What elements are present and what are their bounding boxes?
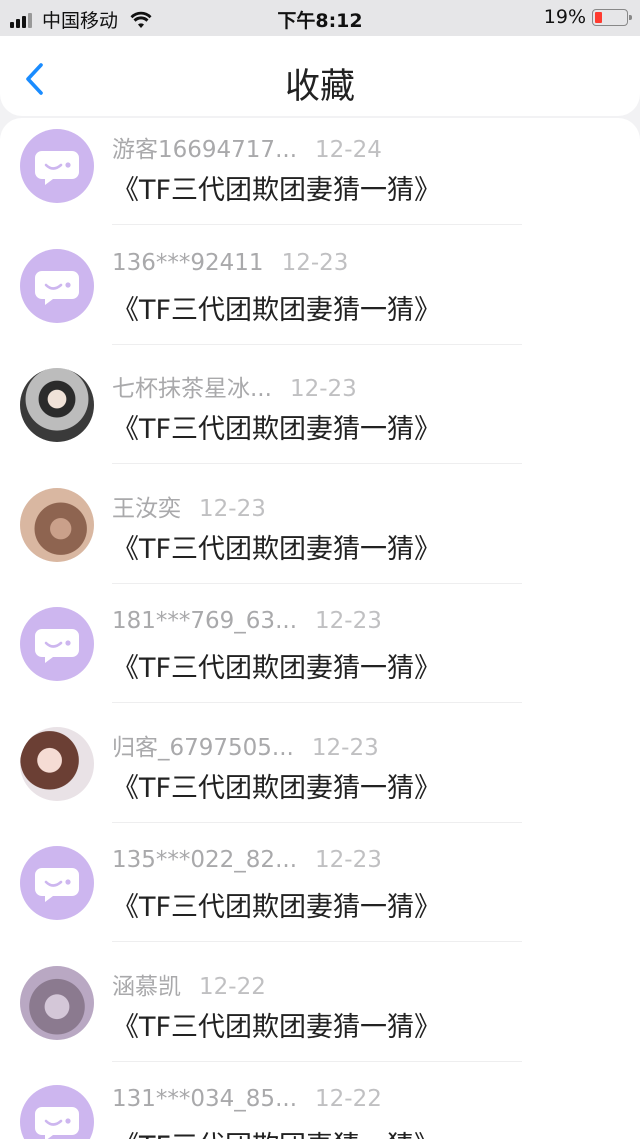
item-meta: 七杯抹茶星冰... 12-23 <box>112 369 357 403</box>
favorites-list: 游客16694717... 12-24 《TF三代团欺团妻猜一猜》 136***9… <box>0 118 640 1139</box>
item-date: 12-23 <box>315 608 382 634</box>
username[interactable]: 归客_6797505... <box>112 735 294 761</box>
divider <box>112 821 522 823</box>
divider <box>112 463 522 464</box>
username[interactable]: 涵慕凯 <box>112 974 181 1000</box>
post-title[interactable]: 《TF三代团欺团妻猜一猜》 <box>112 288 441 327</box>
item-date: 12-22 <box>199 973 266 1000</box>
username[interactable]: 135***022_82... <box>112 847 297 873</box>
item-date: 12-23 <box>289 376 357 402</box>
list-item[interactable]: 131***034_85... 12-22 《TF三代团欺团妻猜一猜》 <box>0 1074 640 1139</box>
default-chat-avatar-icon[interactable] <box>20 248 94 323</box>
list-item[interactable]: 归客_6797505... 12-23 《TF三代团欺团妻猜一猜》 <box>0 716 640 836</box>
item-date: 12-23 <box>315 847 382 873</box>
post-title[interactable]: 《TF三代团欺团妻猜一猜》 <box>112 1005 441 1044</box>
username[interactable]: 136***92411 <box>112 250 264 276</box>
user-photo-avatar[interactable] <box>20 487 94 562</box>
post-title[interactable]: 《TF三代团欺团妻猜一猜》 <box>112 527 441 566</box>
list-item[interactable]: 136***92411 12-23 《TF三代团欺团妻猜一猜》 <box>0 238 640 358</box>
item-date: 12-24 <box>315 137 382 163</box>
item-meta: 归客_6797505... 12-23 <box>112 728 379 762</box>
list-item[interactable]: 七杯抹茶星冰... 12-23 《TF三代团欺团妻猜一猜》 <box>0 357 640 477</box>
post-title[interactable]: 《TF三代团欺团妻猜一猜》 <box>112 1124 441 1139</box>
username[interactable]: 王汝奕 <box>112 496 181 522</box>
item-meta: 136***92411 12-23 <box>112 250 348 276</box>
post-title[interactable]: 《TF三代团欺团妻猜一猜》 <box>112 407 441 446</box>
user-photo-avatar[interactable] <box>20 965 94 1040</box>
username[interactable]: 181***769_63... <box>112 608 297 634</box>
item-date: 12-23 <box>281 249 349 276</box>
divider <box>112 343 522 345</box>
username[interactable]: 七杯抹茶星冰... <box>112 376 272 402</box>
item-meta: 131***034_85... 12-22 <box>112 1086 382 1112</box>
username[interactable]: 游客16694717... <box>112 137 297 163</box>
status-bar: 中国移动 下午8:12 19% <box>0 0 640 36</box>
item-meta: 游客16694717... 12-24 <box>112 130 382 164</box>
battery-percent: 19% <box>543 6 586 28</box>
list-item[interactable]: 王汝奕 12-23 《TF三代团欺团妻猜一猜》 <box>0 477 640 597</box>
list-item[interactable]: 涵慕凯 12-22 《TF三代团欺团妻猜一猜》 <box>0 955 640 1075</box>
default-chat-avatar-icon[interactable] <box>20 607 94 681</box>
user-photo-avatar[interactable] <box>20 726 94 801</box>
post-title[interactable]: 《TF三代团欺团妻猜一猜》 <box>112 766 441 805</box>
item-meta: 涵慕凯 12-22 <box>112 967 266 1001</box>
default-chat-avatar-icon[interactable] <box>20 1085 94 1139</box>
item-date: 12-23 <box>199 495 266 522</box>
page-title: 收藏 <box>284 67 355 107</box>
battery-icon <box>592 8 632 26</box>
default-chat-avatar-icon[interactable] <box>20 846 94 920</box>
divider <box>112 224 522 225</box>
item-meta: 135***022_82... 12-23 <box>112 847 382 873</box>
divider <box>112 941 522 942</box>
username[interactable]: 131***034_85... <box>112 1086 297 1112</box>
item-date: 12-23 <box>311 734 379 761</box>
divider <box>112 702 522 703</box>
default-chat-avatar-icon[interactable] <box>20 129 94 203</box>
list-item[interactable]: 181***769_63... 12-23 《TF三代团欺团妻猜一猜》 <box>0 596 640 716</box>
post-title[interactable]: 《TF三代团欺团妻猜一猜》 <box>112 885 441 924</box>
list-item[interactable]: 135***022_82... 12-23 《TF三代团欺团妻猜一猜》 <box>0 835 640 955</box>
divider <box>112 1060 522 1062</box>
post-title[interactable]: 《TF三代团欺团妻猜一猜》 <box>112 646 441 685</box>
post-title[interactable]: 《TF三代团欺团妻猜一猜》 <box>112 168 441 207</box>
item-date: 12-22 <box>315 1086 382 1112</box>
item-meta: 王汝奕 12-23 <box>112 489 266 523</box>
nav-bar: 收藏 <box>0 36 640 116</box>
list-item[interactable]: 游客16694717... 12-24 《TF三代团欺团妻猜一猜》 <box>0 118 640 238</box>
item-meta: 181***769_63... 12-23 <box>112 608 382 634</box>
user-photo-avatar[interactable] <box>20 368 94 442</box>
divider <box>112 582 522 584</box>
